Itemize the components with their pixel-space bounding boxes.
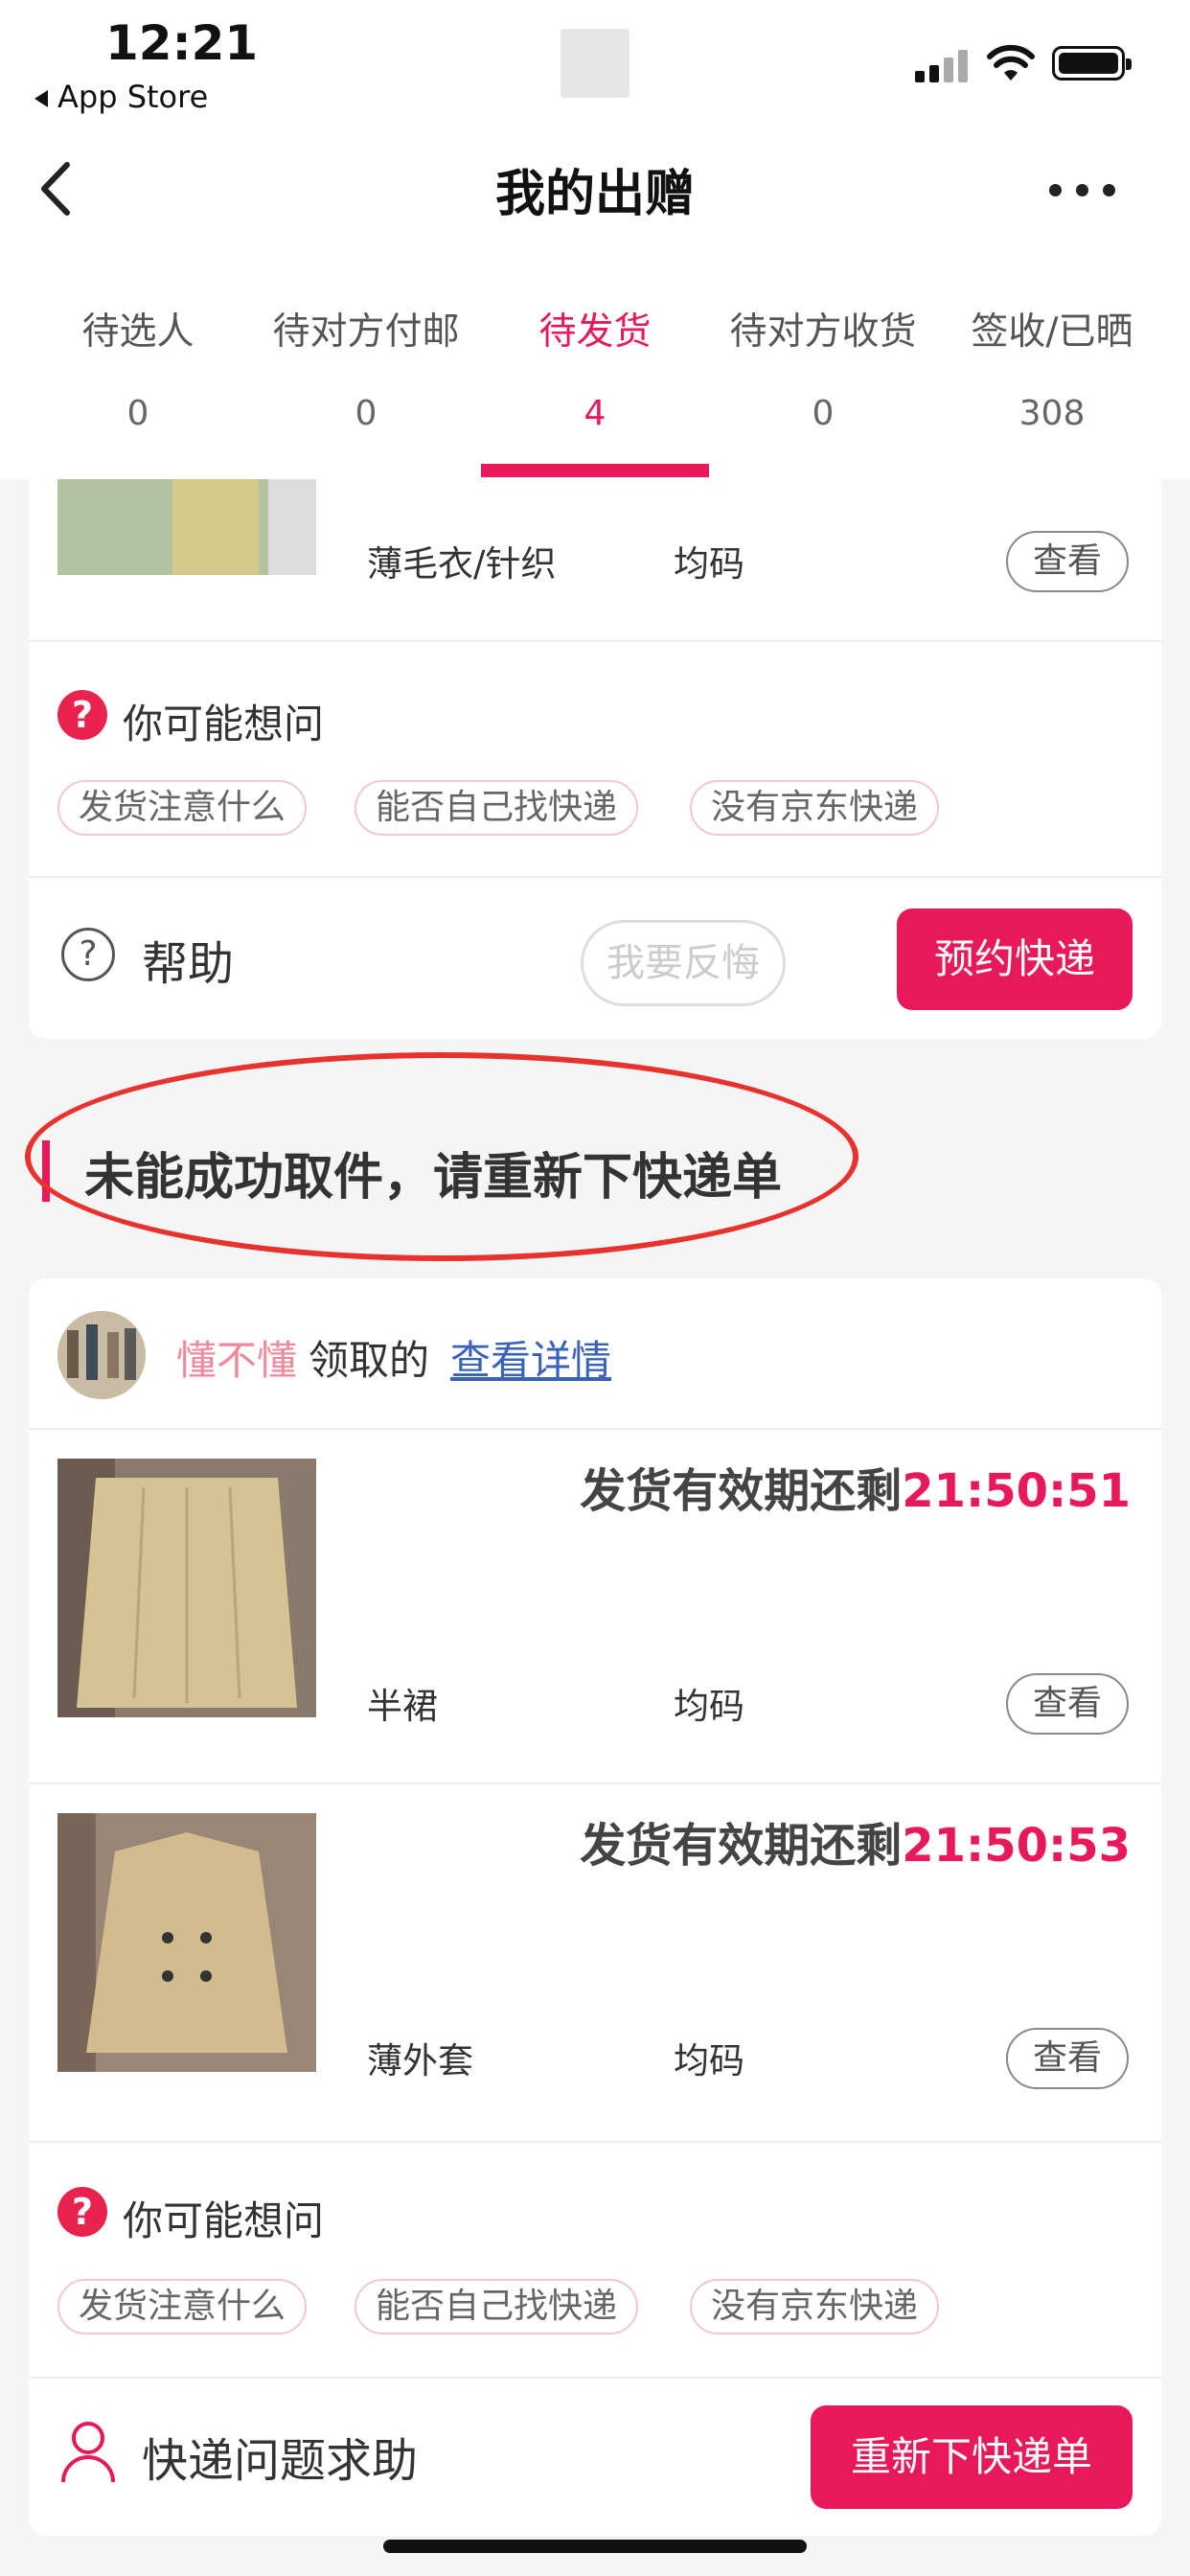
faq-title: 你可能想问 — [123, 2197, 325, 2244]
tab-count: 0 — [126, 394, 149, 433]
product-name: 薄外套 — [367, 2040, 473, 2082]
regret-button[interactable]: 我要反悔 — [581, 920, 786, 1006]
divider — [29, 2141, 1161, 2143]
product-size: 均码 — [674, 1686, 744, 1727]
tab-count: 308 — [1018, 394, 1086, 433]
tab-to-ship[interactable]: 待发货 4 — [480, 302, 710, 433]
help-icon[interactable]: ? — [61, 928, 115, 981]
countdown-time: 21:50:51 — [902, 1464, 1131, 1518]
help-label[interactable]: 帮助 — [142, 926, 234, 993]
product-size: 均码 — [674, 2040, 744, 2082]
ship-countdown: 发货有效期还剩21:50:53 — [537, 1807, 1131, 1874]
countdown-label: 发货有效期还剩 — [580, 1819, 903, 1873]
user-icon[interactable] — [59, 2419, 117, 2486]
book-courier-button[interactable]: 预约快递 — [897, 908, 1133, 1010]
back-to-app-store[interactable]: App Store — [34, 79, 208, 115]
faq-chip[interactable]: 发货注意什么 — [57, 2279, 308, 2334]
countdown-time: 21:50:53 — [902, 1819, 1131, 1873]
product-thumbnail[interactable] — [57, 1459, 316, 1717]
product-name: 半裙 — [367, 1686, 438, 1727]
tab-label: 签收/已晒 — [971, 310, 1133, 354]
tab-received[interactable]: 签收/已晒 308 — [937, 302, 1167, 433]
view-button[interactable]: 查看 — [1006, 2028, 1129, 2089]
product-thumbnail[interactable] — [57, 479, 316, 575]
tab-label: 待对方收货 — [729, 310, 917, 354]
faq-title: 你可能想问 — [123, 701, 325, 748]
courier-help-label[interactable]: 快递问题求助 — [142, 2423, 418, 2490]
faq-chip[interactable]: 能否自己找快递 — [355, 780, 639, 836]
receiver-name[interactable]: 懂不懂 — [176, 1328, 297, 1387]
home-indicator[interactable] — [383, 2540, 807, 2553]
view-button[interactable]: 查看 — [1006, 531, 1129, 592]
divider — [29, 640, 1161, 642]
question-icon: ? — [57, 2187, 107, 2237]
status-time: 12:21 — [105, 15, 259, 71]
divider — [29, 2377, 1161, 2379]
more-options-icon[interactable] — [1049, 184, 1116, 197]
view-details-link[interactable]: 查看详情 — [450, 1328, 611, 1387]
annotation-ellipse — [25, 1052, 858, 1261]
page-title: 我的出赠 — [494, 166, 695, 223]
wifi-icon — [987, 44, 1035, 82]
product-thumbnail[interactable] — [57, 1813, 316, 2072]
divider — [29, 1782, 1161, 1784]
avatar[interactable] — [57, 1311, 146, 1399]
faq-chip[interactable]: 能否自己找快递 — [355, 2279, 639, 2334]
tab-label: 待发货 — [538, 310, 652, 354]
tab-count: 0 — [812, 394, 835, 433]
product-name: 薄毛衣/针织 — [367, 543, 557, 585]
reorder-courier-button[interactable]: 重新下快递单 — [811, 2405, 1133, 2509]
faq-chip[interactable]: 没有京东快递 — [690, 2279, 940, 2334]
faq-chip[interactable]: 发货注意什么 — [57, 780, 308, 836]
tab-label: 待对方付邮 — [272, 310, 460, 354]
active-tab-indicator — [481, 464, 709, 477]
tab-count: 4 — [584, 394, 606, 433]
back-arrow-icon — [34, 90, 48, 107]
status-center-indicator — [561, 29, 629, 98]
back-app-label: App Store — [57, 79, 209, 115]
tab-label: 待选人 — [81, 310, 195, 354]
receiver-text: 领取的 — [309, 1337, 430, 1384]
question-icon: ? — [57, 690, 107, 740]
ship-countdown: 发货有效期还剩21:50:51 — [537, 1453, 1131, 1520]
view-button[interactable]: 查看 — [1006, 1673, 1129, 1735]
tab-awaiting-postage[interactable]: 待对方付邮 0 — [251, 302, 481, 433]
faq-chip[interactable]: 没有京东快递 — [690, 780, 940, 836]
divider — [29, 1428, 1161, 1430]
tab-count: 0 — [355, 394, 378, 433]
battery-icon — [1052, 46, 1132, 80]
divider — [29, 876, 1161, 878]
tab-to-select[interactable]: 待选人 0 — [23, 302, 253, 433]
cellular-signal-icon — [915, 48, 973, 82]
countdown-label: 发货有效期还剩 — [580, 1464, 903, 1518]
product-size: 均码 — [674, 543, 744, 585]
tab-awaiting-receipt[interactable]: 待对方收货 0 — [708, 302, 938, 433]
